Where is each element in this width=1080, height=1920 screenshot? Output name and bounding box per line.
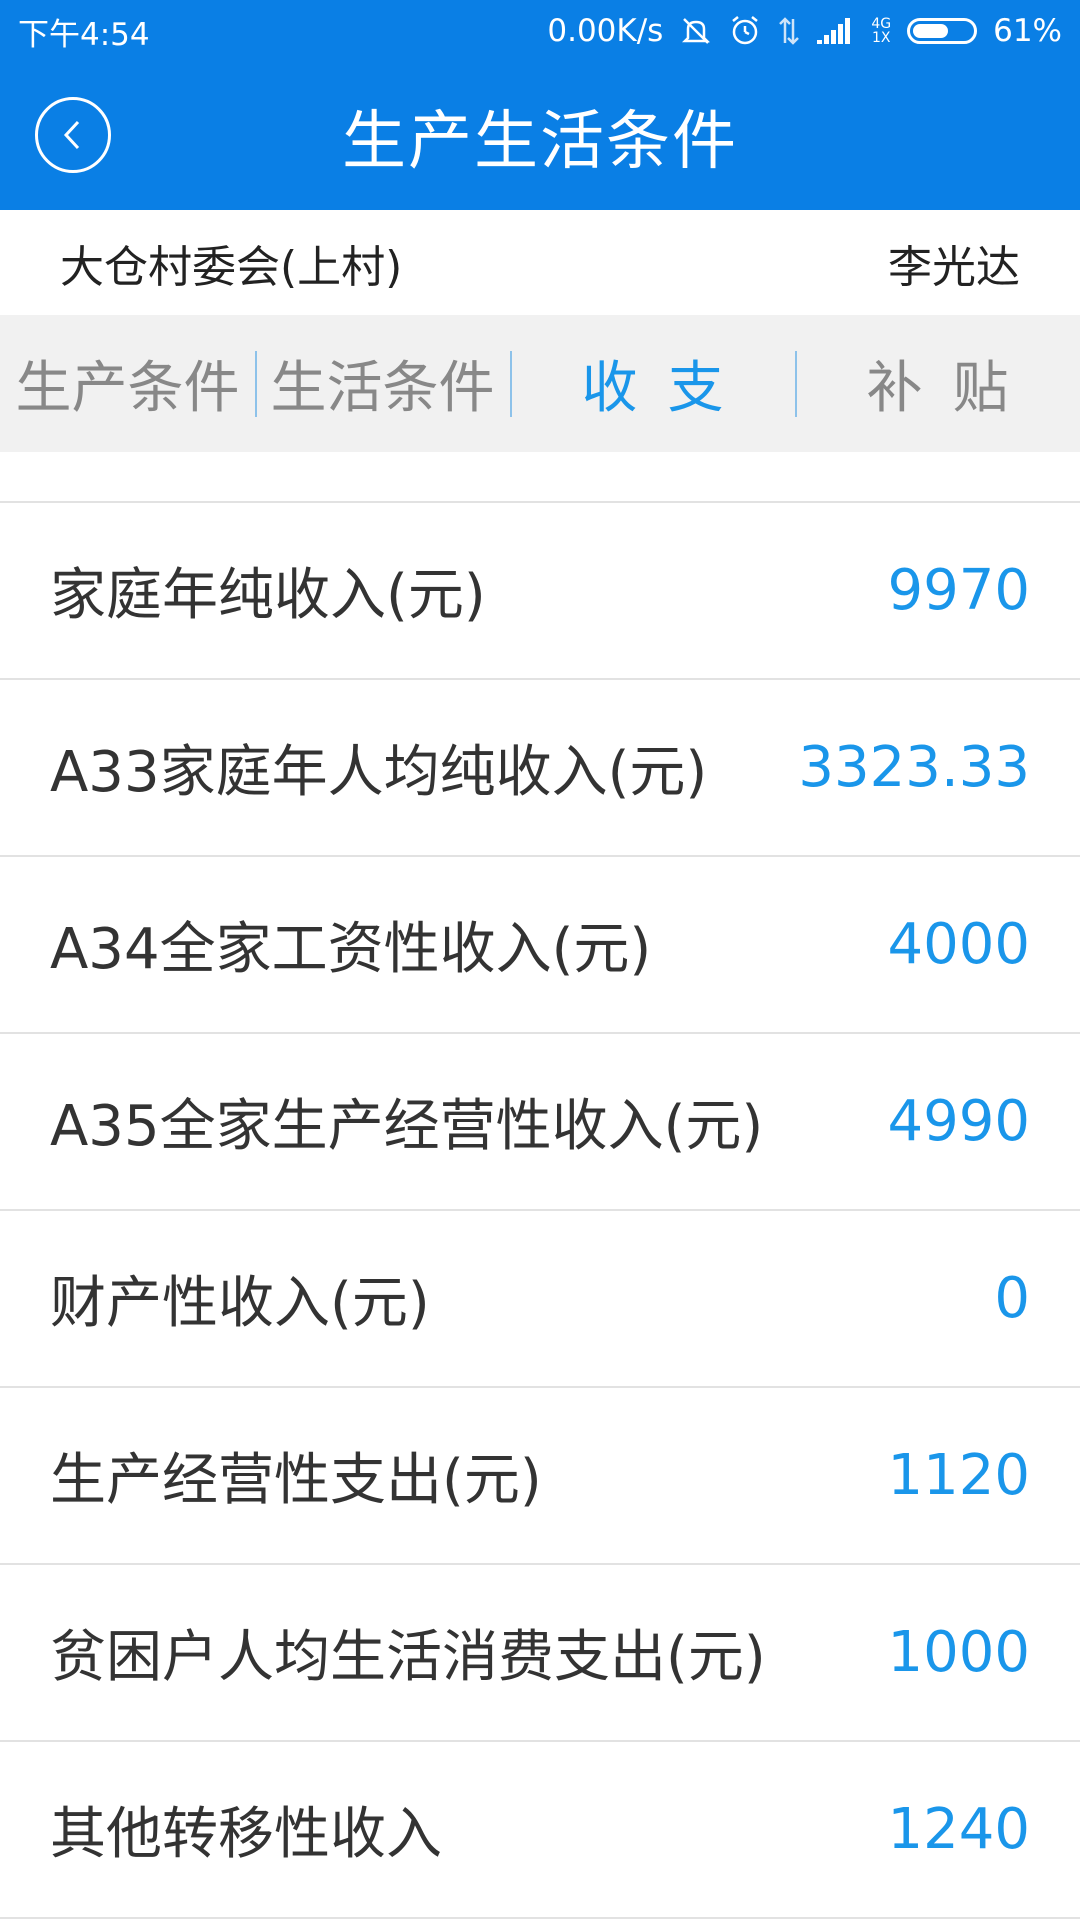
- row-label: A35全家生产经营性收入(元): [50, 1094, 764, 1159]
- list-item[interactable]: A33家庭年人均纯收入(元) 3323.33: [0, 680, 1080, 857]
- list-item[interactable]: 贫困户人均生活消费支出(元) 1000: [0, 1565, 1080, 1742]
- net-speed: 0.00K/s: [547, 13, 664, 49]
- row-label: 生产经营性支出(元): [50, 1448, 542, 1513]
- mute-icon: [679, 14, 713, 48]
- battery-level: [913, 24, 949, 38]
- list-item[interactable]: 其他转移性收入 1240: [0, 1742, 1080, 1919]
- status-icons: 0.00K/s 4G 1X 61%: [547, 13, 1062, 49]
- alarm-icon: [729, 15, 761, 47]
- row-value: 4000: [887, 912, 1030, 977]
- tab-income-expenses[interactable]: 收支: [510, 315, 795, 452]
- top-bar: 下午4:54 0.00K/s 4G 1X 61% 生产生活条件: [0, 0, 1080, 210]
- chevron-left-icon: [63, 120, 80, 150]
- tab-production-conditions[interactable]: 生产条件: [0, 315, 255, 452]
- row-value: 1240: [887, 1797, 1030, 1862]
- data-arrows-icon: [777, 15, 801, 47]
- row-label: 其他转移性收入: [50, 1802, 442, 1867]
- householder-name: 李光达: [888, 241, 1020, 293]
- network-type-top: 4G: [871, 16, 892, 32]
- back-button[interactable]: [35, 97, 111, 173]
- row-value: 3323.33: [798, 735, 1030, 800]
- list-item[interactable]: A34全家工资性收入(元) 4000: [0, 857, 1080, 1034]
- tab-living-conditions[interactable]: 生活条件: [255, 315, 510, 452]
- village-name: 大仓村委会(上村): [60, 241, 403, 293]
- status-time: 下午4:54: [18, 16, 150, 53]
- page-title: 生产生活条件: [342, 105, 738, 179]
- row-value: 4990: [887, 1089, 1030, 1154]
- battery-icon: [907, 18, 978, 44]
- list-item[interactable]: A35全家生产经营性收入(元) 4990: [0, 1034, 1080, 1211]
- household-info: 大仓村委会(上村) 李光达: [0, 210, 1080, 315]
- row-label: 贫困户人均生活消费支出(元): [50, 1625, 766, 1690]
- list-item[interactable]: 财产性收入(元) 0: [0, 1211, 1080, 1388]
- tab-bar: 生产条件 生活条件 收支 补贴: [0, 315, 1080, 452]
- row-value: 0: [994, 1266, 1030, 1331]
- income-expense-list: 家庭年纯收入(元) 9970 A33家庭年人均纯收入(元) 3323.33 A3…: [0, 452, 1080, 1919]
- network-type: 4G 1X: [871, 17, 891, 45]
- list-item[interactable]: 家庭年纯收入(元) 9970: [0, 503, 1080, 680]
- row-value: 1120: [887, 1443, 1030, 1508]
- row-value: 9970: [887, 558, 1030, 623]
- battery-percent: 61%: [993, 13, 1062, 49]
- row-label: 家庭年纯收入(元): [50, 563, 486, 628]
- row-label: A33家庭年人均纯收入(元): [50, 740, 708, 805]
- status-bar: 下午4:54 0.00K/s 4G 1X 61%: [0, 0, 1080, 62]
- nav-bar: 生产生活条件: [0, 62, 1080, 210]
- list-item[interactable]: 生产经营性支出(元) 1120: [0, 1388, 1080, 1565]
- row-label: 财产性收入(元): [50, 1271, 430, 1336]
- row-value: 1000: [887, 1620, 1030, 1685]
- list-top-spacer: [0, 452, 1080, 503]
- row-label: A34全家工资性收入(元): [50, 917, 652, 982]
- signal-icon: [817, 16, 855, 46]
- tab-subsidies[interactable]: 补贴: [795, 315, 1080, 452]
- network-type-bottom: 1X: [871, 30, 891, 46]
